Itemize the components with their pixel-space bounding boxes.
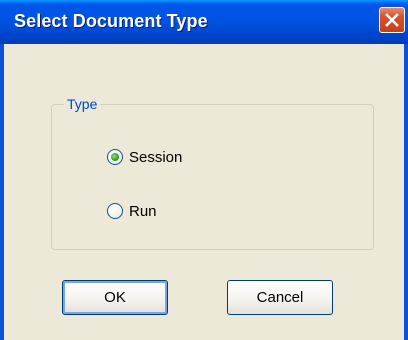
ok-button[interactable]: OK	[62, 280, 168, 315]
radio-selected-dot	[111, 153, 119, 161]
title-bar[interactable]: Select Document Type	[0, 0, 408, 44]
ok-button-label: OK	[104, 289, 126, 306]
cancel-button-label: Cancel	[256, 289, 304, 306]
cancel-button[interactable]: Cancel	[227, 280, 333, 315]
radio-label-run[interactable]: Run	[129, 203, 157, 220]
close-button[interactable]	[379, 7, 405, 33]
radio-label-session[interactable]: Session	[129, 149, 182, 166]
radio-session[interactable]: Session	[107, 147, 182, 167]
radio-button-run[interactable]	[107, 203, 123, 219]
dialog-window: Select Document Type Type Session Run OK…	[0, 0, 408, 340]
type-groupbox: Type Session Run	[51, 96, 374, 250]
dialog-title: Select Document Type	[14, 11, 208, 31]
close-icon	[385, 13, 399, 27]
radio-run[interactable]: Run	[107, 201, 157, 221]
radio-button-session[interactable]	[107, 149, 123, 165]
group-legend: Type	[64, 96, 101, 112]
